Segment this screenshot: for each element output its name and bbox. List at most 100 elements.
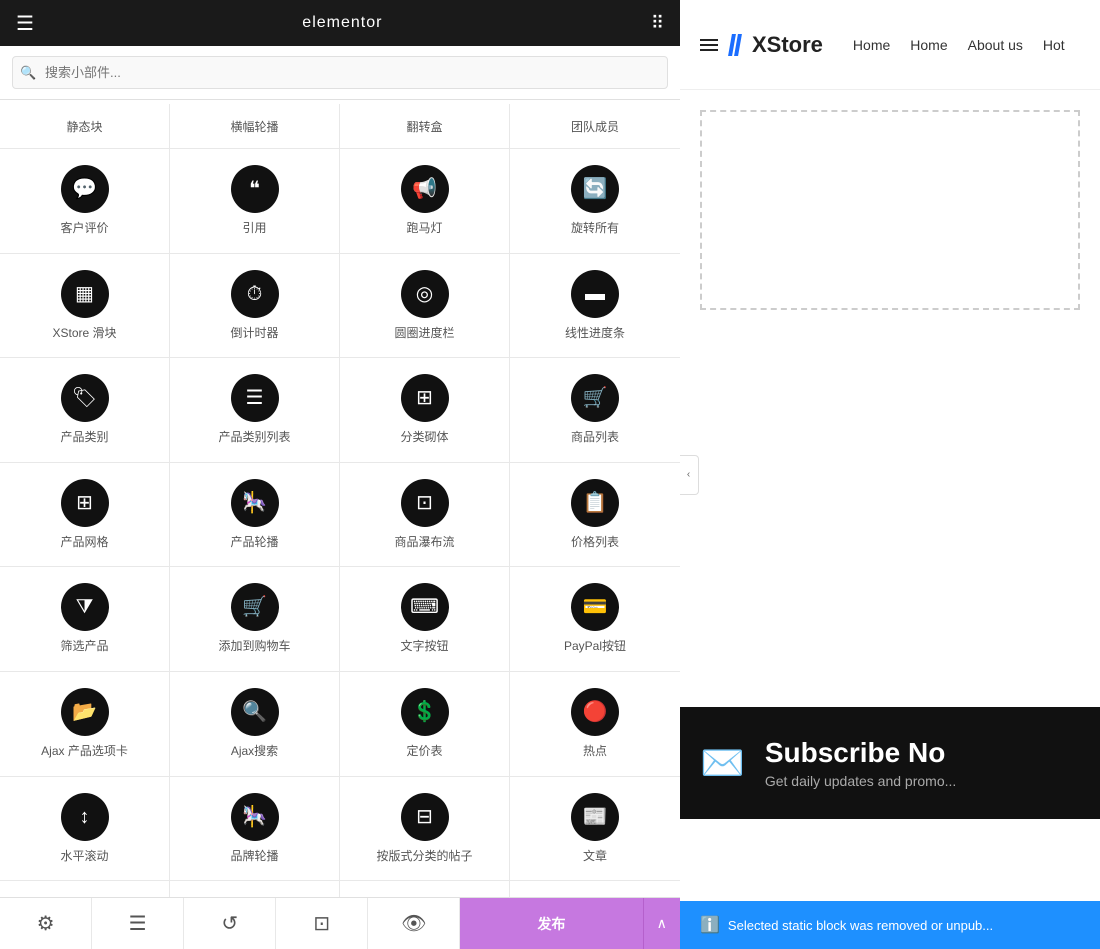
publish-label: 发布 bbox=[537, 914, 565, 934]
widget-item[interactable]: 🛒添加到购物车 bbox=[170, 567, 340, 671]
nav-link-home1[interactable]: Home bbox=[853, 37, 890, 53]
widget-icon-0-0: 💬 bbox=[61, 165, 109, 213]
widget-item[interactable]: ❝引用 bbox=[170, 149, 340, 253]
chevron-left-icon: ‹ bbox=[687, 469, 690, 480]
widget-icon-5-2: 💲 bbox=[401, 688, 449, 736]
collapse-panel-button[interactable]: ‹ bbox=[680, 455, 699, 495]
widget-label: Ajax 产品选项卡 bbox=[41, 744, 128, 760]
publish-button[interactable]: 发布 bbox=[460, 898, 643, 949]
widget-item[interactable]: 📋文章网络 bbox=[0, 881, 170, 897]
widget-icon-2-3: 🛒 bbox=[571, 374, 619, 422]
widget-icon-5-1: 🔍 bbox=[231, 688, 279, 736]
widget-item[interactable]: ⏱倒计时器 bbox=[170, 254, 340, 358]
search-input[interactable] bbox=[12, 56, 668, 89]
widget-label: 文字按钮 bbox=[400, 639, 448, 655]
widget-label: 文章 bbox=[583, 849, 607, 865]
widget-item[interactable]: ▬ 线性进度条 bbox=[510, 254, 680, 358]
nav-link-hot[interactable]: Hot bbox=[1043, 37, 1065, 53]
widget-item[interactable]: 💲定价表 bbox=[340, 672, 510, 776]
info-banner: ℹ️ Selected static block was removed or … bbox=[680, 901, 1100, 949]
widget-item[interactable]: ▦XStore 滑块 bbox=[0, 254, 170, 358]
widget-item[interactable]: 🎠品牌轮播 bbox=[170, 777, 340, 881]
nav-link-about[interactable]: About us bbox=[968, 37, 1023, 53]
widget-icon-0-2: 📢 bbox=[401, 165, 449, 213]
banner-carousel-item[interactable]: 横幅轮播 bbox=[170, 104, 340, 148]
subscribe-subtitle: Get daily updates and promo... bbox=[765, 773, 956, 789]
widget-item[interactable]: 🏷产品类别 bbox=[0, 358, 170, 462]
widget-icon-6-2: ⊟ bbox=[401, 793, 449, 841]
widget-label: 产品类别 bbox=[60, 430, 108, 446]
widget-label: 热点 bbox=[583, 744, 607, 760]
widget-item[interactable]: ◎圆圈进度栏 bbox=[340, 254, 510, 358]
widget-item[interactable]: 🔄旋转所有 bbox=[510, 149, 680, 253]
widget-label: 产品轮播 bbox=[230, 535, 278, 551]
history-toolbar-button[interactable]: ↺ bbox=[184, 898, 276, 949]
widget-item[interactable]: 📢 跑马灯 bbox=[340, 149, 510, 253]
widget-item[interactable]: ⧩筛选产品 bbox=[0, 567, 170, 671]
widget-item[interactable]: ⊡商品瀑布流 bbox=[340, 463, 510, 567]
widget-item[interactable]: 🎠文章轮播 bbox=[340, 881, 510, 897]
widget-icon-3-1: 🎠 bbox=[231, 479, 279, 527]
widget-row-6: ↕水平滚动🎠品牌轮播⊟按版式分类的帖子 📰 文章 bbox=[0, 777, 680, 882]
widget-icon-1-1: ⏱ bbox=[231, 270, 279, 318]
hamburger-menu-icon[interactable]: ☰ bbox=[16, 11, 34, 36]
widget-label: 跑马灯 bbox=[406, 221, 442, 237]
widget-label: 添加到购物车 bbox=[218, 639, 290, 655]
preview-content: XStore Home Home About us Hot ‹ ✉️ Subsc… bbox=[680, 0, 1100, 949]
widget-item[interactable]: 💳 PayPal按钮 bbox=[510, 567, 680, 671]
widget-icon-6-3: 📰 bbox=[571, 793, 619, 841]
widget-label: 筛选产品 bbox=[60, 639, 108, 655]
widget-item[interactable]: ⊞分类砌体 bbox=[340, 358, 510, 462]
widget-icon-3-2: ⊡ bbox=[401, 479, 449, 527]
chevron-up-icon: ∧ bbox=[657, 915, 667, 932]
flip-box-item[interactable]: 翻转盒 bbox=[340, 104, 510, 148]
grid-view-icon[interactable]: ⠿ bbox=[651, 13, 664, 34]
widget-item[interactable]: 🔍Ajax搜索 bbox=[170, 672, 340, 776]
widget-item[interactable]: 📋价格列表 bbox=[510, 463, 680, 567]
widget-icon-5-3: 🔴 bbox=[571, 688, 619, 736]
widget-icon-2-1: ☰ bbox=[231, 374, 279, 422]
widget-row-4: ⧩筛选产品🛒添加到购物车⌨文字按钮 💳 PayPal按钮 bbox=[0, 567, 680, 672]
widget-item[interactable]: 📅岗位时间轴 bbox=[510, 881, 680, 897]
widget-icon-4-3: 💳 bbox=[571, 583, 619, 631]
subscribe-text-area: Subscribe No Get daily updates and promo… bbox=[765, 737, 956, 789]
widget-item[interactable]: ☰ 产品类别列表 bbox=[170, 358, 340, 462]
widget-item[interactable]: ↕水平滚动 bbox=[0, 777, 170, 881]
widget-label: 产品网格 bbox=[60, 535, 108, 551]
preview-panel: XStore Home Home About us Hot ‹ ✉️ Subsc… bbox=[680, 0, 1100, 949]
settings-toolbar-button[interactable]: ⚙ bbox=[0, 898, 92, 949]
widget-row-7: 📋文章网络🏷文章标签🎠文章轮播📅岗位时间轴 bbox=[0, 881, 680, 897]
preview-toolbar-button[interactable]: 👁 bbox=[368, 898, 460, 949]
static-block-item[interactable]: 静态块 bbox=[0, 104, 170, 148]
responsive-toolbar-button[interactable]: ⊡ bbox=[276, 898, 368, 949]
widget-item[interactable]: 🛒商品列表 bbox=[510, 358, 680, 462]
widget-label: 产品类别列表 bbox=[218, 430, 290, 446]
widget-item[interactable]: 💬客户评价 bbox=[0, 149, 170, 253]
subscribe-title: Subscribe No bbox=[765, 737, 956, 769]
preview-icon: 👁 bbox=[401, 911, 426, 936]
info-icon: ℹ️ bbox=[700, 915, 720, 935]
publish-chevron-button[interactable]: ∧ bbox=[644, 898, 680, 949]
widget-item[interactable]: 🔴 热点 bbox=[510, 672, 680, 776]
team-members-item[interactable]: 团队成员 bbox=[510, 104, 680, 148]
layers-toolbar-button[interactable]: ☰ bbox=[92, 898, 184, 949]
responsive-icon: ⊡ bbox=[313, 911, 330, 936]
widget-item[interactable]: 🎠 产品轮播 bbox=[170, 463, 340, 567]
widget-label: 线性进度条 bbox=[565, 326, 625, 342]
widget-item[interactable]: ⌨文字按钮 bbox=[340, 567, 510, 671]
top-bar: ☰ elementor ⠿ bbox=[0, 0, 680, 46]
widget-item[interactable]: ⊞ 产品网格 bbox=[0, 463, 170, 567]
history-icon: ↺ bbox=[221, 911, 238, 936]
widget-icon-3-3: 📋 bbox=[571, 479, 619, 527]
widget-item[interactable]: 📰 文章 bbox=[510, 777, 680, 881]
layers-icon: ☰ bbox=[129, 911, 147, 936]
widget-icon-0-1: ❝ bbox=[231, 165, 279, 213]
nav-link-home2[interactable]: Home bbox=[910, 37, 947, 53]
widget-icon-3-0: ⊞ bbox=[61, 479, 109, 527]
widget-item[interactable]: 📂Ajax 产品选项卡 bbox=[0, 672, 170, 776]
widget-icon-1-3: ▬ bbox=[571, 270, 619, 318]
widget-item[interactable]: 🏷文章标签 bbox=[170, 881, 340, 897]
widget-label: PayPal按钮 bbox=[564, 639, 626, 655]
widget-row-0: 💬客户评价❝引用 📢 跑马灯 🔄旋转所有 bbox=[0, 149, 680, 254]
widget-item[interactable]: ⊟按版式分类的帖子 bbox=[340, 777, 510, 881]
